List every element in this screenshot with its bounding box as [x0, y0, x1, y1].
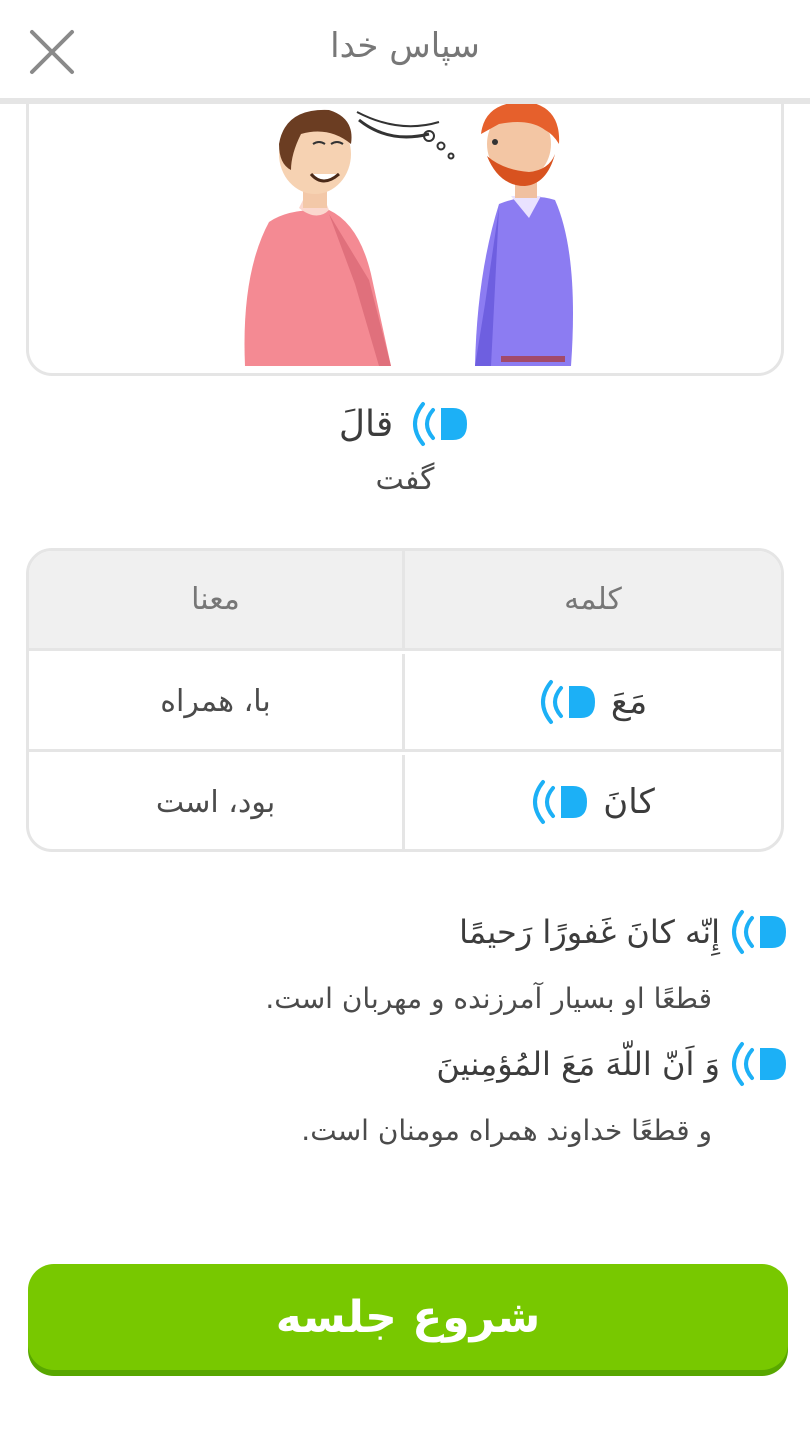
verse-translation: و قطعًا خداوند همراه مومنان است. [301, 1114, 712, 1147]
row-word-cell: مَعَ [405, 654, 781, 749]
verse-row: وَ اَنّ اللّهَ مَعَ المُؤمِنينَ [436, 1040, 790, 1088]
table-header-row: معنا کلمه [29, 551, 781, 651]
speaker-icon[interactable] [411, 400, 471, 448]
featured-word: قالَ [338, 403, 394, 445]
row-meaning: با، همراه [29, 654, 405, 749]
verse-arabic: وَ اَنّ اللّهَ مَعَ المُؤمِنينَ [436, 1045, 720, 1083]
page-title: سپاس خدا [330, 26, 480, 66]
verse-row: إِنّه كانَ غَفورًا رَحيمًا [459, 908, 790, 956]
start-session-button[interactable]: شروع جلسه [28, 1264, 788, 1370]
close-button[interactable] [24, 24, 80, 80]
row-meaning: بود، است [29, 755, 405, 849]
illustration-card [26, 104, 784, 376]
speaker-icon[interactable] [730, 1040, 790, 1088]
close-icon [30, 30, 74, 74]
row-word: کانَ [603, 782, 655, 822]
verse-translation: قطعًا او بسیار آمرزنده و مهربان است. [265, 982, 712, 1015]
vocab-table: معنا کلمه با، همراه مَعَ بود، است کانَ [26, 548, 784, 852]
row-word: مَعَ [610, 681, 648, 722]
two-men-talking-illustration [244, 104, 573, 366]
featured-word-row: قالَ [0, 396, 810, 452]
speaker-icon[interactable] [730, 908, 790, 956]
header-bar: سپاس خدا [0, 0, 810, 100]
header-word: کلمه [564, 582, 622, 617]
table-row: بود، است کانَ [29, 755, 781, 849]
verse-arabic: إِنّه كانَ غَفورًا رَحيمًا [459, 913, 720, 951]
featured-word-meaning: گفت [375, 462, 435, 497]
table-row: با، همراه مَعَ [29, 654, 781, 752]
speaker-icon[interactable] [539, 678, 599, 726]
header-meaning: معنا [29, 551, 405, 648]
speaker-icon[interactable] [531, 778, 591, 826]
row-word-cell: کانَ [405, 755, 781, 849]
start-session-label: شروع جلسه [275, 1291, 541, 1343]
